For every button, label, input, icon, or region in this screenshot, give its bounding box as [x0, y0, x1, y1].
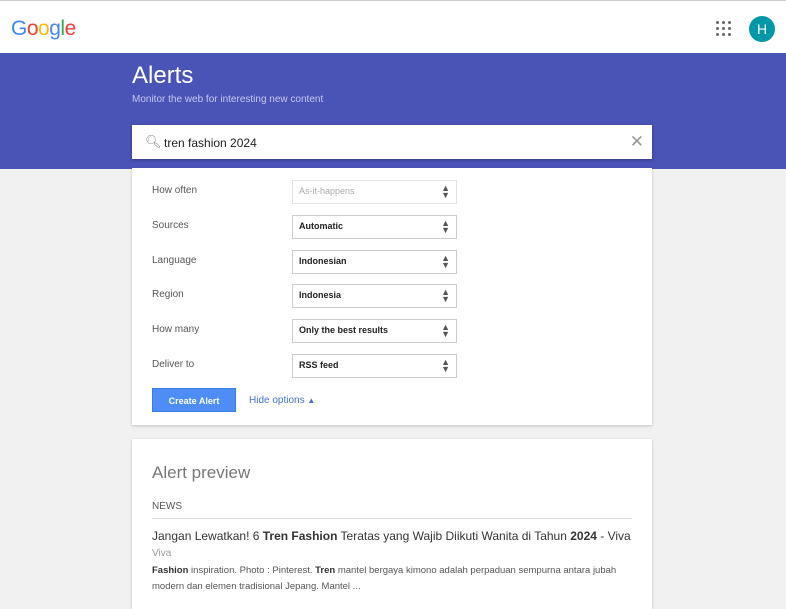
- option-row: How many Only the best results ▲ ▼: [152, 319, 457, 344]
- preview-heading: Alert preview: [152, 463, 251, 482]
- option-label: Sources: [152, 219, 189, 231]
- option-label: Deliver to: [152, 359, 195, 370]
- option-select[interactable]: RSS feed ▲ ▼: [292, 354, 457, 378]
- apps-grid-icon[interactable]: [716, 21, 732, 37]
- option-row: How often As-it-happens ▲ ▼: [152, 180, 457, 204]
- option-label: Language: [152, 254, 197, 266]
- option-select[interactable]: Only the best results ▲ ▼: [292, 319, 457, 344]
- option-value: As-it-happens: [299, 186, 355, 196]
- page-subtitle: Monitor the web for interesting new cont…: [132, 94, 324, 105]
- text-segment: inspiration. Photo : Pinterest.: [188, 565, 316, 576]
- highlight-text: Tren Fashion: [262, 529, 338, 543]
- select-arrows-icon: ▲ ▼: [441, 322, 450, 340]
- options-card: How often As-it-happens ▲ ▼ Sources Automat…: [132, 168, 652, 425]
- search-input[interactable]: tren fashion 2024: [164, 136, 257, 150]
- select-arrows-icon: ▲ ▼: [441, 252, 450, 270]
- create-alert-button[interactable]: Create Alert: [152, 388, 236, 412]
- option-label: How many: [152, 324, 200, 336]
- option-select[interactable]: Indonesian ▲ ▼: [292, 249, 457, 274]
- select-arrows-icon: ▲ ▼: [441, 357, 450, 374]
- highlight-text: Fashion: [152, 565, 189, 576]
- option-value: Automatic: [299, 220, 344, 231]
- text-segment: Jangan Lewatkan! 6: [152, 529, 263, 543]
- option-select[interactable]: As-it-happens ▲ ▼: [292, 180, 457, 204]
- alert-preview-card: Alert preview NEWS Jangan Lewatkan! 6 Tr…: [132, 439, 652, 609]
- option-row: Deliver to RSS feed ▲ ▼: [152, 354, 457, 378]
- avatar[interactable]: H: [749, 16, 775, 42]
- option-row: Region Indonesia ▲ ▼: [152, 284, 457, 309]
- option-value: Indonesia: [299, 290, 342, 301]
- result-title[interactable]: Jangan Lewatkan! 6 Tren Fashion Teratas …: [152, 529, 631, 543]
- caret-up-icon: ▲: [307, 396, 316, 405]
- text-segment: Teratas yang Wajib Diikuti Wanita di Tah…: [337, 529, 571, 543]
- hide-options-link[interactable]: Hide options ▲: [249, 395, 315, 406]
- option-row: Sources Automatic ▲ ▼: [152, 214, 457, 239]
- search-icon: 🔍︎: [145, 134, 162, 149]
- result-source: Viva: [152, 548, 172, 559]
- page-title: Alerts: [132, 62, 194, 89]
- top-bar: Google H: [0, 0, 786, 53]
- option-label: Region: [152, 289, 184, 301]
- option-label: How often: [152, 185, 198, 196]
- section-label: NEWS: [152, 501, 182, 512]
- hide-options-label: Hide options: [249, 395, 305, 406]
- clear-icon[interactable]: ✕: [630, 132, 644, 152]
- select-arrows-icon: ▲ ▼: [441, 287, 450, 305]
- highlight-text: Tren: [315, 565, 336, 576]
- option-value: Indonesian: [299, 255, 347, 266]
- option-value: Only the best results: [299, 325, 389, 336]
- select-arrows-icon: ▲ ▼: [441, 183, 450, 200]
- highlight-text: 2024: [570, 529, 597, 543]
- google-logo[interactable]: Google: [11, 17, 76, 41]
- option-row: Language Indonesian ▲ ▼: [152, 249, 457, 274]
- result-snippet: Fashion inspiration. Photo : Pinterest. …: [152, 563, 632, 595]
- option-value: RSS feed: [299, 360, 339, 370]
- search-box[interactable]: 🔍︎ tren fashion 2024 ✕: [132, 125, 652, 159]
- text-segment: - Viva: [596, 529, 631, 543]
- divider: [152, 518, 632, 519]
- option-select[interactable]: Automatic ▲ ▼: [292, 214, 457, 239]
- option-select[interactable]: Indonesia ▲ ▼: [292, 284, 457, 309]
- select-arrows-icon: ▲ ▼: [441, 217, 450, 235]
